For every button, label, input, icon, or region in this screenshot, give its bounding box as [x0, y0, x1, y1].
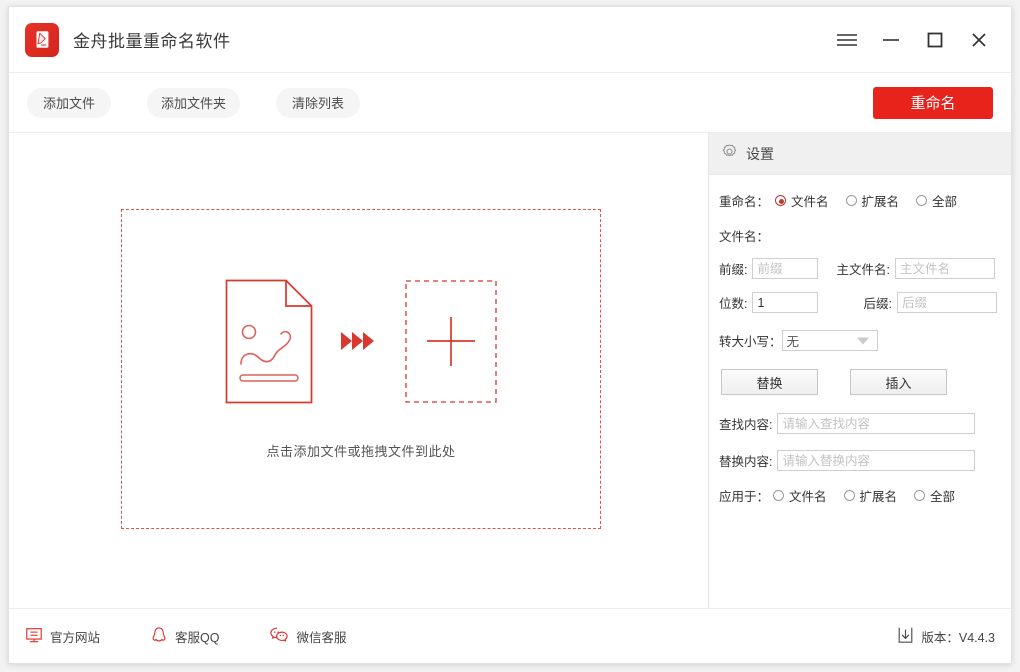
radio-label: 文件名: [789, 486, 827, 505]
settings-body: 重命名： 文件名 扩展名 全部 文件名：: [709, 175, 1011, 519]
file-dropzone[interactable]: 点击添加文件或拖拽文件到此处: [121, 209, 601, 529]
app-title: 金舟批量重命名软件: [73, 27, 231, 52]
radio-dot: [914, 490, 925, 501]
case-select[interactable]: 无: [782, 330, 878, 351]
chevron-down-icon: [857, 337, 869, 344]
clear-list-button[interactable]: 清除列表: [276, 88, 360, 118]
window-controls: [825, 7, 1011, 72]
app-window: 金舟批量重命名软件: [8, 6, 1012, 664]
applyto-row: 应用于： 文件名 扩展名 全部: [719, 486, 997, 505]
rename-target-row: 重命名： 文件名 扩展名 全部: [719, 191, 997, 210]
body-area: 点击添加文件或拖拽文件到此处 设置 重命名：: [9, 133, 1011, 609]
prefix-mainname-row: 前缀: 主文件名:: [719, 258, 997, 279]
maximize-icon[interactable]: [913, 17, 957, 63]
add-folder-button[interactable]: 添加文件夹: [147, 88, 240, 118]
file-list-panel: 点击添加文件或拖拽文件到此处: [9, 133, 709, 608]
plus-icon: [405, 280, 497, 408]
radio-label: 扩展名: [862, 191, 900, 210]
minimize-icon[interactable]: [869, 17, 913, 63]
rename-radio-filename[interactable]: 文件名: [775, 191, 829, 210]
mainname-input[interactable]: [895, 258, 995, 279]
radio-dot: [844, 490, 855, 501]
digits-suffix-row: 位数: 后缀:: [719, 292, 997, 313]
settings-panel: 设置 重命名： 文件名 扩展名 全部: [709, 133, 1011, 608]
version-info[interactable]: 版本：V4.4.3: [897, 626, 995, 647]
document-icon: [225, 279, 313, 409]
settings-title: 设置: [746, 144, 774, 164]
add-file-button[interactable]: 添加文件: [27, 88, 111, 118]
replace-mode-button[interactable]: 替换: [721, 369, 818, 395]
radio-dot: [916, 195, 927, 206]
wechat-service-label: 微信客服: [296, 627, 346, 646]
filename-section-label: 文件名：: [719, 226, 769, 245]
dropzone-caption: 点击添加文件或拖拽文件到此处: [266, 441, 455, 460]
filename-section-row: 文件名：: [719, 226, 997, 245]
replace-input[interactable]: [777, 450, 975, 471]
toolbar: 添加文件 添加文件夹 清除列表 重命名: [9, 73, 1011, 133]
footer: 官方网站 客服QQ 微信客服: [9, 609, 1011, 663]
version-label: 版本：V4.4.3: [921, 627, 995, 646]
digits-label: 位数:: [719, 293, 747, 312]
rename-target-label: 重命名：: [719, 191, 769, 210]
applyto-label: 应用于：: [719, 486, 769, 505]
download-icon: [897, 626, 914, 647]
find-row: 查找内容:: [719, 413, 997, 434]
rename-button[interactable]: 重命名: [873, 87, 993, 119]
wechat-icon: [269, 626, 289, 647]
menu-icon[interactable]: [825, 17, 869, 63]
radio-label: 文件名: [791, 191, 829, 210]
gear-icon: [721, 143, 738, 165]
suffix-label: 后缀:: [863, 293, 891, 312]
qq-penguin-icon: [150, 626, 168, 647]
monitor-icon: [25, 626, 43, 647]
rename-radio-all[interactable]: 全部: [916, 191, 957, 210]
replace-label: 替换内容:: [719, 451, 772, 470]
close-icon[interactable]: [957, 17, 1001, 63]
prefix-label: 前缀:: [719, 259, 747, 278]
dropzone-graphic: [225, 279, 497, 409]
find-label: 查找内容:: [719, 414, 772, 433]
case-selected-value: 无: [787, 331, 800, 350]
official-website-link[interactable]: 官方网站: [25, 626, 100, 647]
find-input[interactable]: [777, 413, 975, 434]
radio-label: 全部: [930, 486, 955, 505]
prefix-input[interactable]: [752, 258, 818, 279]
case-row: 转大小写： 无: [719, 330, 997, 351]
action-buttons-row: 替换 插入: [719, 369, 997, 395]
replace-row: 替换内容:: [719, 450, 997, 471]
app-logo-icon: [25, 23, 59, 57]
digits-input[interactable]: [752, 292, 818, 313]
suffix-input[interactable]: [897, 292, 997, 313]
official-website-label: 官方网站: [50, 627, 100, 646]
radio-dot: [846, 195, 857, 206]
triple-arrow-icon: [339, 327, 379, 360]
applyto-radio-extension[interactable]: 扩展名: [844, 486, 898, 505]
radio-label: 全部: [932, 191, 957, 210]
settings-header: 设置: [709, 133, 1011, 175]
radio-dot: [773, 490, 784, 501]
applyto-radio-all[interactable]: 全部: [914, 486, 955, 505]
insert-mode-button[interactable]: 插入: [850, 369, 947, 395]
customer-service-qq-label: 客服QQ: [175, 627, 219, 646]
case-label: 转大小写：: [719, 331, 782, 350]
title-bar: 金舟批量重命名软件: [9, 7, 1011, 73]
radio-dot: [775, 195, 786, 206]
applyto-radio-filename[interactable]: 文件名: [773, 486, 827, 505]
radio-label: 扩展名: [860, 486, 898, 505]
customer-service-qq-link[interactable]: 客服QQ: [150, 626, 219, 647]
rename-radio-extension[interactable]: 扩展名: [846, 191, 900, 210]
wechat-service-link[interactable]: 微信客服: [269, 626, 346, 647]
mainname-label: 主文件名:: [836, 259, 889, 278]
